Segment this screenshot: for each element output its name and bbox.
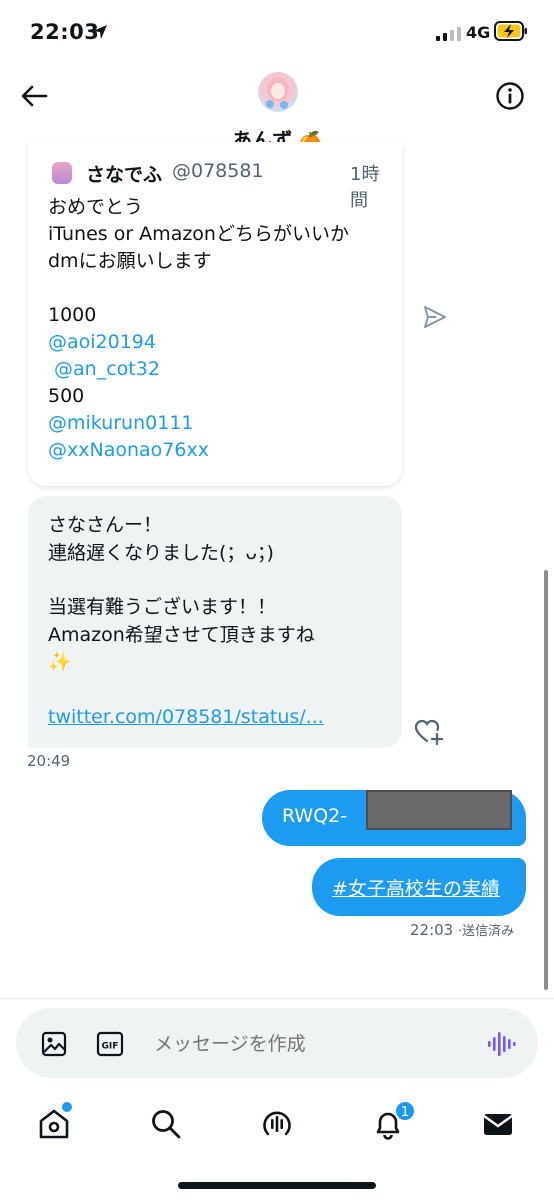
tweet-line: 1000 — [48, 304, 97, 326]
mention-link[interactable]: @xxNaonao76xx — [48, 437, 388, 464]
notifications-badge: 1 — [394, 1100, 416, 1122]
message-line: 連絡遅くなりました(；ᴗ；) — [48, 541, 274, 564]
tweet-line: おめでとう — [48, 196, 144, 218]
tweet-line: dmにお願いします — [48, 250, 212, 272]
battery-charging-icon — [494, 21, 527, 41]
signal-strength-icon — [436, 27, 461, 41]
add-reaction-heart-icon[interactable] — [414, 718, 444, 746]
quoted-tweet-body: おめでとう iTunes or Amazonどちらがいいか dmにお願いします 100… — [48, 194, 388, 464]
quoted-tweet-name: さなでふ — [86, 164, 163, 186]
message-line: Amazon希望させて頂きますね — [48, 623, 315, 646]
image-icon[interactable] — [40, 1030, 68, 1058]
status-bar: 22:03 4G — [0, 0, 554, 60]
share-send-icon[interactable] — [422, 304, 448, 330]
scrollbar[interactable] — [544, 570, 548, 990]
tweet-line: iTunes or Amazonどちらがいいか — [48, 223, 349, 245]
mention-link[interactable]: @aoi20194 — [48, 329, 388, 356]
message-line — [48, 677, 388, 704]
message-line: ✨ — [48, 651, 72, 673]
home-indicator — [178, 1182, 376, 1189]
gif-icon[interactable]: GIF — [96, 1030, 124, 1058]
message-line: 当選有難うございます！！ — [48, 596, 277, 618]
quoted-tweet-handle: @078581 — [172, 160, 264, 182]
outgoing-message-meta: 22:03 ·送信済み — [410, 920, 514, 939]
voice-message-icon[interactable] — [486, 1030, 516, 1058]
message-input[interactable] — [154, 1030, 454, 1058]
mention-link[interactable]: @an_cot32 — [48, 356, 388, 383]
message-line: さなさんー！ — [48, 514, 163, 536]
message-link[interactable]: twitter.com/078581/status/... — [48, 704, 388, 732]
redaction-block — [366, 790, 512, 830]
composer-divider — [0, 998, 554, 999]
quoted-tweet-card[interactable]: さなでふ @078581 1時間 おめでとう iTunes or Amazonどち… — [28, 142, 402, 486]
search-icon[interactable] — [148, 1106, 184, 1142]
spaces-icon[interactable] — [259, 1106, 295, 1142]
quoted-tweet-header: さなでふ @078581 1時間 — [48, 160, 388, 211]
avatar-illustration-icon — [266, 77, 289, 109]
outgoing-message-text: RWQ2- — [282, 805, 348, 827]
messages-envelope-icon[interactable] — [480, 1106, 516, 1142]
home-unread-dot — [62, 1102, 72, 1112]
network-label: 4G — [466, 23, 491, 42]
tweet-line — [48, 275, 388, 302]
incoming-message-time: 20:49 — [27, 752, 71, 770]
incoming-message-text: さなさんー！ 連絡遅くなりました(；ᴗ；) 当選有難うございます！！ Amazo… — [48, 512, 388, 731]
message-composer: GIF — [16, 1008, 538, 1078]
outgoing-message-bubble[interactable]: #女子高校生の実績 — [312, 858, 526, 916]
avatar[interactable] — [258, 72, 298, 112]
location-arrow-icon — [93, 25, 107, 39]
info-icon[interactable] — [494, 80, 526, 112]
status-time: 22:03 — [30, 20, 100, 44]
bottom-navigation — [0, 1096, 554, 1156]
svg-text:GIF: GIF — [102, 1042, 119, 1052]
tweet-line: 500 — [48, 385, 85, 407]
incoming-message-bubble[interactable]: さなさんー！ 連絡遅くなりました(；ᴗ；) 当選有難うございます！！ Amazo… — [28, 496, 402, 748]
sent-status: ·送信済み — [458, 924, 515, 939]
back-arrow-icon[interactable] — [18, 80, 50, 112]
hashtag-link[interactable]: #女子高校生の実績 — [332, 874, 500, 901]
quoted-tweet-avatar — [52, 162, 72, 184]
message-line — [48, 567, 388, 594]
outgoing-message-time: 22:03 — [410, 921, 454, 939]
mention-link[interactable]: @mikurun0111 — [48, 410, 388, 437]
